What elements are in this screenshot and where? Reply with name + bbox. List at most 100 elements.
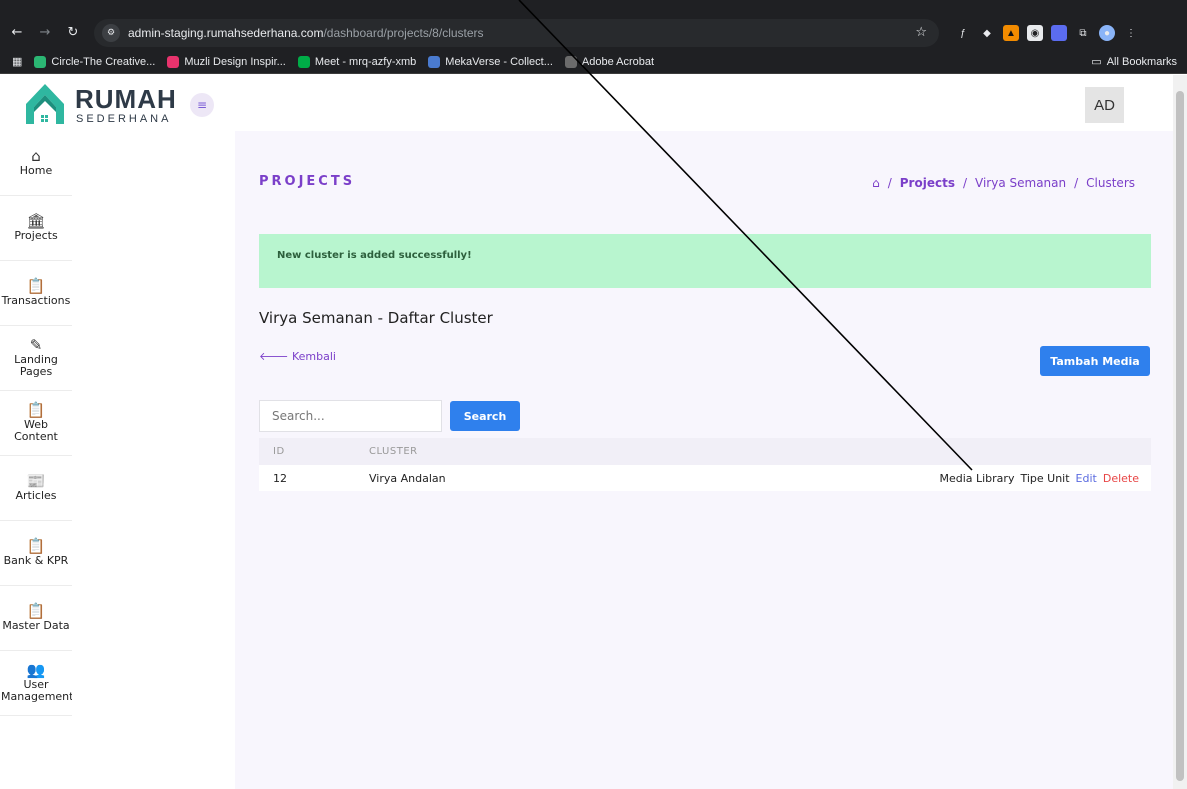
breadcrumb-sep: / xyxy=(962,176,968,190)
media-library-link[interactable]: Media Library xyxy=(939,472,1014,485)
browser-toolbar: ← → ↻ ⚙ admin-staging.rumahsederhana.com… xyxy=(0,15,1187,50)
breadcrumb-sep: / xyxy=(1074,176,1079,190)
bookmark-item[interactable]: MekaVerse - Collect... xyxy=(428,55,553,68)
bookmark-favicon-icon xyxy=(34,55,47,68)
menu-toggle-icon[interactable]: ≡ xyxy=(190,93,214,117)
clipboard-icon: 📋 xyxy=(26,536,46,555)
add-media-button[interactable]: Tambah Media xyxy=(1040,346,1150,376)
bookmarks-bar: ▦ Circle-The Creative... Muzli Design Ins… xyxy=(0,50,1187,74)
sidebar-item-label: Articles xyxy=(15,488,57,502)
bookmark-list: Circle-The Creative... Muzli Design Inspi… xyxy=(22,55,655,68)
more-menu-icon[interactable]: ⋮ xyxy=(1123,25,1139,41)
sidebar-item-label: Web Content xyxy=(14,417,58,443)
sidebar-item-label: Bank & KPR xyxy=(3,553,69,567)
breadcrumb-projects[interactable]: Projects xyxy=(900,176,955,190)
cell-cluster: Virya Andalan xyxy=(369,471,446,485)
articles-icon: 📰 xyxy=(26,471,46,490)
bookmark-favicon-icon xyxy=(297,55,310,68)
breadcrumb-project[interactable]: Virya Semanan xyxy=(975,176,1066,190)
forward-arrow-icon[interactable]: → xyxy=(34,22,56,44)
bookmark-item[interactable]: Adobe Acrobat xyxy=(564,55,655,68)
puzzle-extensions-icon[interactable]: ⧉ xyxy=(1075,25,1091,41)
scrollbar-thumb[interactable] xyxy=(1176,91,1184,781)
bookmark-favicon-icon xyxy=(564,55,577,68)
brand-name: RUMAH xyxy=(75,84,177,114)
all-bookmarks-label: All Bookmarks xyxy=(1106,55,1177,68)
font-extension-icon[interactable]: ƒ xyxy=(955,25,971,41)
sidebar-item-web-content[interactable]: 📋 Web Content xyxy=(0,391,72,456)
bookmark-favicon-icon xyxy=(167,55,180,68)
bookmark-label: Adobe Acrobat xyxy=(581,55,655,68)
delete-link[interactable]: Delete xyxy=(1103,472,1139,485)
rumah-logo-icon xyxy=(26,84,64,124)
extension-icon[interactable] xyxy=(1051,25,1067,41)
profile-avatar-icon[interactable]: ● xyxy=(1099,25,1115,41)
bookmark-star-icon[interactable]: ☆ xyxy=(915,25,927,40)
sidebar-item-landing-pages[interactable]: ✎ Landing Pages xyxy=(0,326,72,391)
bookmark-label: MekaVerse - Collect... xyxy=(445,55,553,68)
page-scrollbar[interactable] xyxy=(1173,75,1187,789)
row-actions: Media Library Tipe Unit Edit Delete xyxy=(939,472,1139,485)
page-title: PROJECTS xyxy=(259,174,356,189)
breadcrumb-current: Clusters xyxy=(1086,176,1135,190)
back-arrow-icon[interactable]: ← xyxy=(6,22,28,44)
success-alert: New cluster is added successfully! xyxy=(259,234,1151,288)
sidebar-item-label: Landing Pages xyxy=(14,352,58,378)
sidebar-item-home[interactable]: ⌂ Home xyxy=(0,131,72,196)
address-bar[interactable]: ⚙ admin-staging.rumahsederhana.com/dashb… xyxy=(94,19,939,47)
extension-icon[interactable]: ◉ xyxy=(1027,25,1043,41)
reload-icon[interactable]: ↻ xyxy=(62,22,84,44)
section-title: Virya Semanan - Daftar Cluster xyxy=(259,309,493,327)
bookmark-item[interactable]: Meet - mrq-azfy-xmb xyxy=(297,55,417,68)
sidebar-item-label: Home xyxy=(19,163,53,177)
url-host: admin-staging.rumahsederhana.com xyxy=(128,26,324,40)
sidebar-item-master-data[interactable]: 📋 Master Data xyxy=(0,586,72,651)
table-body: 12 Virya Andalan Media Library Tipe Unit Edi… xyxy=(259,465,1151,491)
bookmark-label: Muzli Design Inspir... xyxy=(184,55,286,68)
apps-grid-icon[interactable]: ▦ xyxy=(12,55,22,68)
site-settings-icon[interactable]: ⚙ xyxy=(102,24,120,42)
sidebar-item-label: Projects xyxy=(14,228,58,242)
projects-icon: 🏛 xyxy=(26,211,46,230)
sidebar-item-user-management[interactable]: 👥 User Management xyxy=(0,651,72,716)
user-avatar[interactable]: AD xyxy=(1085,87,1124,123)
sidebar-item-label: User Management xyxy=(1,677,72,703)
arrow-left-icon: 🡐 xyxy=(259,350,289,363)
sidebar-item-transactions[interactable]: 📋 Transactions xyxy=(0,261,72,326)
cell-id: 12 xyxy=(273,471,287,485)
sidebar-item-bank-kpr[interactable]: 📋 Bank & KPR xyxy=(0,521,72,586)
users-icon: 👥 xyxy=(26,660,46,679)
bookmark-favicon-icon xyxy=(428,55,441,68)
tipe-unit-link[interactable]: Tipe Unit xyxy=(1020,472,1069,485)
home-icon: ⌂ xyxy=(31,146,41,165)
app-header: RUMAH SEDERHANA ≡ AD xyxy=(0,75,1173,131)
offer-extension-icon[interactable]: ▲ xyxy=(1003,25,1019,41)
back-link[interactable]: 🡐 Kembali xyxy=(259,349,336,363)
main-content: PROJECTS ⌂ / Projects / Virya Semanan / … xyxy=(235,131,1173,789)
search-input[interactable] xyxy=(259,400,442,432)
sidebar-item-projects[interactable]: 🏛 Projects xyxy=(0,196,72,261)
sidebar-item-articles[interactable]: 📰 Articles xyxy=(0,456,72,521)
sidebar: ⌂ Home 🏛 Projects 📋 Transactions ✎ Landing Page… xyxy=(0,131,72,789)
sidebar-item-label: Transactions xyxy=(1,293,71,307)
clipboard-icon: 📋 xyxy=(26,601,46,620)
extensions-bar: ƒ ◆ ▲ ◉ ⧉ ● ⋮ xyxy=(955,19,1139,47)
bookmark-label: Circle-The Creative... xyxy=(51,55,156,68)
bookmark-item[interactable]: Muzli Design Inspir... xyxy=(167,55,286,68)
edit-link[interactable]: Edit xyxy=(1076,472,1097,485)
home-icon[interactable]: ⌂ xyxy=(872,176,880,190)
bookmark-item[interactable]: Circle-The Creative... xyxy=(34,55,156,68)
header-cluster: CLUSTER xyxy=(369,446,418,457)
extension-icon[interactable]: ◆ xyxy=(979,25,995,41)
search-button[interactable]: Search xyxy=(450,401,520,431)
table-header: ID CLUSTER xyxy=(259,438,1151,465)
clipboard-icon: 📋 xyxy=(26,276,46,295)
url-text[interactable]: admin-staging.rumahsederhana.com/dashboa… xyxy=(128,26,484,40)
brand-subtitle: SEDERHANA xyxy=(76,113,172,125)
browser-tabstrip xyxy=(0,0,1187,15)
breadcrumb: ⌂ / Projects / Virya Semanan / Clusters xyxy=(872,176,1135,190)
folder-icon: ▭ xyxy=(1091,56,1102,68)
bookmark-label: Meet - mrq-azfy-xmb xyxy=(314,55,417,68)
all-bookmarks[interactable]: ▭ All Bookmarks xyxy=(1091,55,1177,69)
edit-icon: ✎ xyxy=(29,335,43,354)
